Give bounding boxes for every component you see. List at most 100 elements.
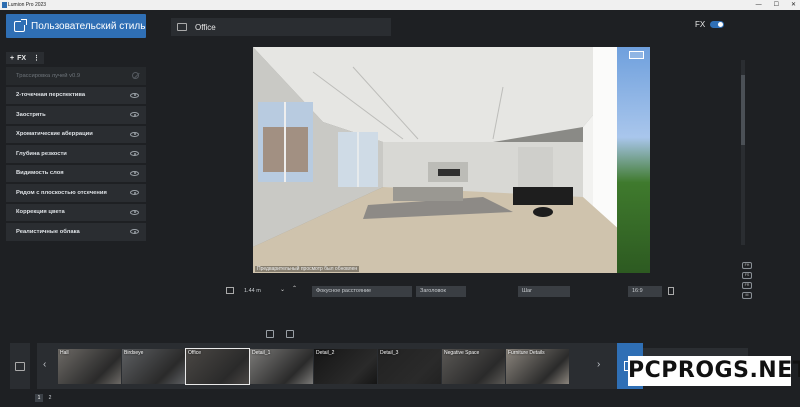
- view-mode-chips: FH FS FR M: [742, 262, 752, 299]
- camera-thumbnail[interactable]: Negative Space: [442, 349, 505, 384]
- effect-row[interactable]: Хроматические аберрации: [6, 125, 146, 143]
- eye-icon[interactable]: [130, 151, 139, 157]
- camera-toolbar: 1.44 m ⌄ ⌃ Фокусное расстояние Заголовок…: [222, 284, 684, 298]
- trash-icon[interactable]: [286, 330, 294, 338]
- camera-height-icon[interactable]: [226, 287, 234, 294]
- eye-icon[interactable]: [130, 229, 139, 235]
- effect-row[interactable]: Коррекция цвета: [6, 203, 146, 221]
- camera-thumbnail[interactable]: Detail_1: [250, 349, 313, 384]
- camera-name: Office: [195, 22, 216, 32]
- scroll-thumb[interactable]: [741, 75, 745, 145]
- effect-row[interactable]: Видимость слоя: [6, 164, 146, 182]
- window-titlebar: Lumion Pro 2023 — ☐ ✕: [0, 0, 800, 10]
- mini-preview-icon[interactable]: [629, 51, 644, 59]
- preview-side-strip: [617, 47, 650, 273]
- gallery-photo-button[interactable]: [10, 343, 30, 389]
- window-controls: — ☐ ✕: [756, 0, 796, 10]
- effect-row[interactable]: Глубина резкости: [6, 145, 146, 163]
- effect-row[interactable]: Заострять: [6, 106, 146, 124]
- page-button[interactable]: 2: [46, 394, 54, 402]
- effect-label: Трассировка лучей v0.9: [16, 72, 81, 79]
- eye-icon[interactable]: [130, 112, 139, 118]
- aspect-ratio-select[interactable]: 16:9: [628, 286, 662, 297]
- effect-label: Реалистичные облака: [16, 228, 80, 235]
- edit-style-icon: [14, 18, 27, 32]
- eye-icon[interactable]: [130, 170, 139, 176]
- thumbnail-list: Hall Birdseye Office Detail_1 Detail_2 Detail…: [58, 348, 569, 385]
- clip-actions: [266, 330, 294, 338]
- plus-icon: +: [10, 54, 15, 62]
- effect-label: Глубина резкости: [16, 150, 67, 157]
- maximize-icon[interactable]: ☐: [774, 0, 779, 10]
- view-chip[interactable]: FR: [742, 282, 752, 289]
- photo-icon: [15, 361, 25, 371]
- view-chip[interactable]: M: [742, 292, 752, 299]
- add-fx-label: FX: [17, 54, 27, 62]
- preview-updated-note: Предварительный просмотр был обновлен: [255, 266, 360, 272]
- effect-row[interactable]: Реалистичные облака: [6, 223, 146, 241]
- focal-length-field[interactable]: Фокусное расстояние: [312, 286, 412, 297]
- effect-label: 2-точечная перспектива: [16, 92, 86, 99]
- thumbnail-strip: ‹ Hall Birdseye Office Detail_1 Detail_2 Deta…: [37, 343, 617, 389]
- scroll-left-icon[interactable]: ‹: [43, 359, 46, 370]
- camera-thumbnail[interactable]: Birdseye: [122, 349, 185, 384]
- page-button[interactable]: 1: [35, 394, 43, 402]
- vertical-scrollbar[interactable]: [741, 60, 745, 245]
- add-fx-button[interactable]: + FX ⋮: [6, 52, 45, 64]
- effect-row[interactable]: 2-точечная перспектива: [6, 86, 146, 104]
- gallery-pager: 12: [35, 394, 54, 402]
- effect-label: Видимость слоя: [16, 170, 64, 177]
- fx-toggle[interactable]: FX: [695, 20, 725, 29]
- thumbnail-label: Detail_2: [316, 350, 335, 356]
- scroll-right-icon[interactable]: ›: [597, 359, 600, 370]
- thumbnail-label: Detail_1: [252, 350, 271, 356]
- step-field[interactable]: Шаг: [518, 286, 570, 297]
- camera-thumbnail[interactable]: Detail_2: [314, 349, 377, 384]
- more-menu-icon[interactable]: ⋮: [33, 54, 40, 62]
- eye-icon[interactable]: [130, 209, 139, 215]
- eye-icon[interactable]: [130, 131, 139, 137]
- eye-icon[interactable]: [130, 190, 139, 196]
- app-icon: [2, 2, 7, 8]
- camera-thumbnail[interactable]: Detail_3: [378, 349, 441, 384]
- effect-label: Хроматические аберрации: [16, 131, 93, 138]
- effects-list: Трассировка лучей v0.9 2-точечная перспек…: [6, 67, 146, 243]
- camera-thumbnail[interactable]: Furniture Details: [506, 349, 569, 384]
- lock-icon[interactable]: [668, 287, 674, 295]
- effect-row[interactable]: Трассировка лучей v0.9: [6, 67, 146, 85]
- thumbnail-label: Hall: [60, 350, 69, 356]
- custom-style-button[interactable]: Пользовательский стиль: [6, 14, 146, 38]
- custom-style-label: Пользовательский стиль: [31, 20, 146, 32]
- eye-icon[interactable]: [130, 92, 139, 98]
- effect-label: Коррекция цвета: [16, 209, 65, 216]
- watermark-text: PCPROGS.NET: [628, 356, 800, 386]
- effect-label: Рядом с плоскостью отсечения: [16, 189, 107, 196]
- fx-toggle-label: FX: [695, 20, 706, 29]
- eye-off-icon[interactable]: [132, 72, 139, 80]
- fx-panel: + FX ⋮ Трассировка лучей v0.9 2-точечная …: [0, 50, 153, 245]
- title-field[interactable]: Заголовок: [416, 286, 466, 297]
- camera-height-value[interactable]: 1.44 m: [240, 286, 280, 297]
- thumbnail-label: Negative Space: [444, 350, 480, 356]
- view-chip[interactable]: FS: [742, 272, 752, 279]
- camera-icon: [177, 23, 187, 31]
- camera-thumbnail[interactable]: Office: [185, 348, 250, 385]
- render-viewport[interactable]: Предварительный просмотр был обновлен: [253, 47, 650, 273]
- camera-name-field[interactable]: Office: [171, 18, 391, 36]
- fx-toggle-switch[interactable]: [710, 21, 725, 28]
- effect-row[interactable]: Рядом с плоскостью отсечения: [6, 184, 146, 202]
- add-camera-icon[interactable]: [266, 330, 274, 338]
- thumbnail-label: Detail_3: [380, 350, 399, 356]
- view-chip[interactable]: FH: [742, 262, 752, 269]
- minimize-icon[interactable]: —: [756, 0, 762, 10]
- thumbnail-label: Birdseye: [124, 350, 144, 356]
- interior-render: [253, 47, 650, 273]
- thumbnail-label: Office: [188, 350, 201, 356]
- window-title: Lumion Pro 2023: [8, 2, 47, 8]
- close-icon[interactable]: ✕: [791, 0, 796, 10]
- thumbnail-label: Furniture Details: [508, 350, 545, 356]
- chevron-down-icon[interactable]: ⌄: [280, 286, 285, 293]
- camera-thumbnail[interactable]: Hall: [58, 349, 121, 384]
- chevron-up-icon[interactable]: ⌃: [292, 285, 297, 292]
- effect-label: Заострять: [16, 111, 46, 118]
